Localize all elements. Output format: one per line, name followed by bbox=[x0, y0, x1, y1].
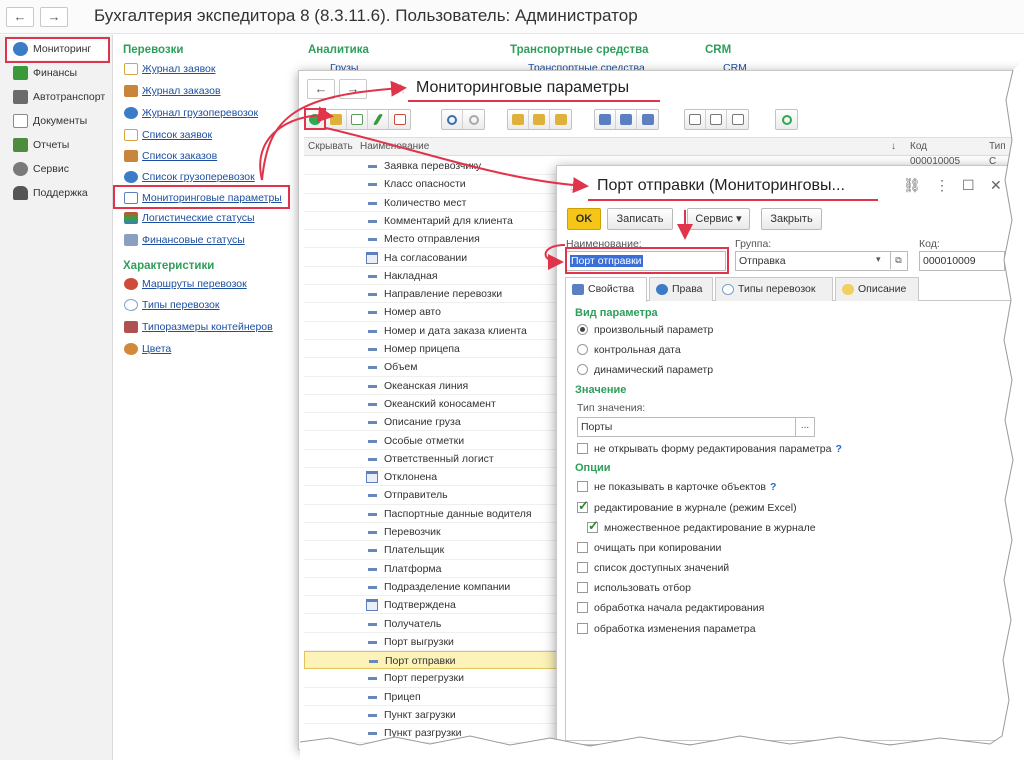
arrow-to-dialog-title bbox=[325, 127, 589, 194]
arrow-to-name-field bbox=[544, 244, 566, 270]
arrow-to-window-title bbox=[261, 80, 407, 181]
arrow-to-add-button bbox=[259, 106, 334, 181]
torn-edge bbox=[300, 0, 1024, 760]
callout-arrows bbox=[259, 0, 1024, 760]
torn-edge-shadow bbox=[299, 69, 1014, 747]
